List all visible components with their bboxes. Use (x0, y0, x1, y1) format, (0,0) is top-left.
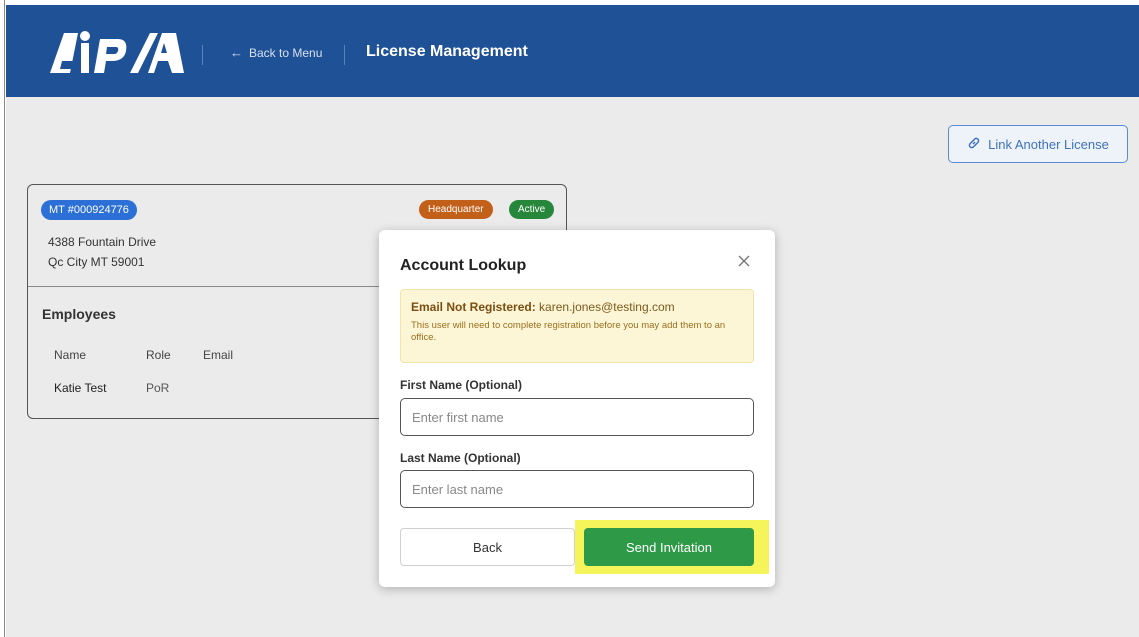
header-divider (344, 45, 345, 65)
send-invitation-button[interactable]: Send Invitation (584, 528, 754, 566)
alert-message: This user will need to complete registra… (411, 320, 726, 343)
first-name-field[interactable] (400, 398, 754, 436)
back-to-menu-link[interactable]: ← Back to Menu (230, 45, 322, 60)
alert-email: karen.jones@testing.com (539, 300, 675, 314)
page-title: License Management (366, 43, 528, 60)
last-name-label: Last Name (Optional) (400, 451, 521, 465)
brand-logo (48, 27, 188, 79)
last-name-field[interactable] (400, 470, 754, 508)
arrow-left-icon: ← (230, 45, 243, 60)
email-not-registered-alert: Email Not Registered: karen.jones@testin… (400, 289, 754, 363)
account-lookup-modal: Account Lookup Email Not Registered: kar… (379, 230, 775, 587)
close-icon[interactable] (734, 252, 754, 272)
alert-label: Email Not Registered: (411, 300, 536, 314)
header-divider (202, 45, 203, 65)
first-name-label: First Name (Optional) (400, 378, 523, 392)
modal-title: Account Lookup (400, 257, 527, 274)
back-button[interactable]: Back (400, 528, 575, 566)
window-edge (0, 0, 5, 637)
app-header: ← Back to Menu License Management (6, 5, 1139, 97)
back-to-menu-label: Back to Menu (249, 45, 323, 60)
aipsa-logo-icon (50, 31, 184, 73)
